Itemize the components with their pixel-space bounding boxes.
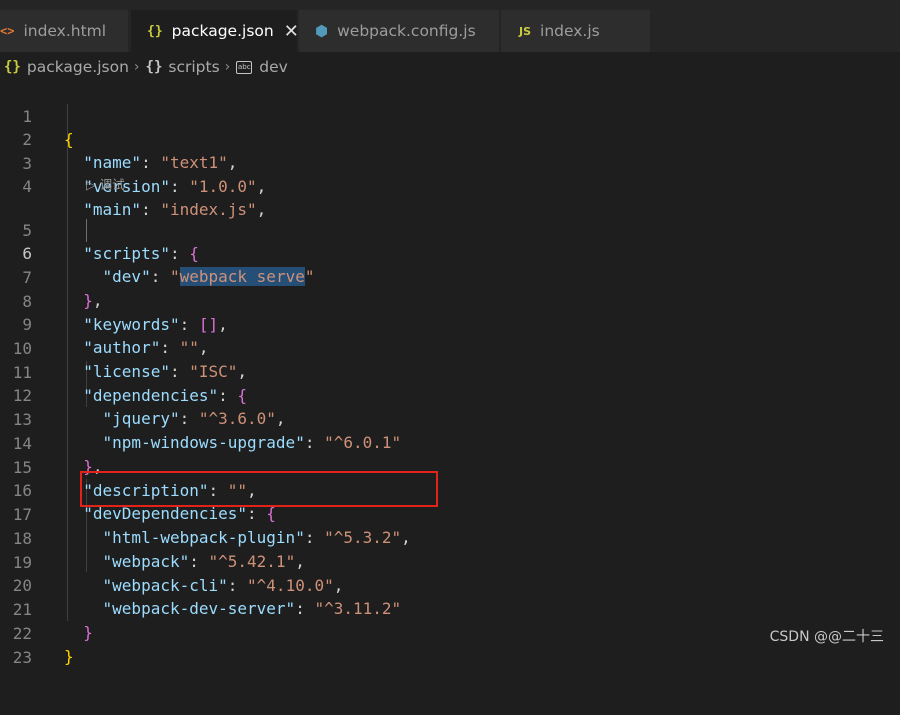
- code-line: 22 }: [0, 599, 900, 666]
- code-line: 2 "name": "text1",: [0, 105, 900, 172]
- json-file-icon: {}: [4, 59, 21, 75]
- chevron-right-icon: ›: [133, 59, 140, 75]
- code-line: 19 "webpack-cli": "^4.10.0",: [0, 528, 900, 595]
- tab-index-html[interactable]: <> index.html: [0, 10, 128, 52]
- tab-label: webpack.config.js: [337, 22, 476, 40]
- tab-label: index.html: [23, 22, 107, 40]
- webpack-cube-icon: ⬢: [315, 22, 329, 40]
- watermark: CSDN @@二十三: [769, 629, 884, 645]
- breadcrumb-item-label: dev: [259, 58, 288, 76]
- code-line: 7 },: [0, 243, 900, 310]
- html-file-icon: <>: [0, 24, 15, 38]
- code-line: 18 "webpack": "^5.42.1",: [0, 504, 900, 571]
- code-line: 13 "npm-windows-upgrade": "^6.0.1": [0, 385, 900, 452]
- chevron-right-icon: ›: [224, 59, 231, 75]
- code-line: 11 "dependencies": {: [0, 338, 900, 405]
- object-icon: {}: [145, 59, 163, 75]
- js-file-icon: JS: [519, 24, 532, 38]
- breadcrumb: {} package.json › {} scripts › abc dev: [0, 52, 900, 82]
- breadcrumb-file[interactable]: {} package.json: [4, 58, 129, 76]
- json-string: "1.0.0": [189, 177, 257, 196]
- code-line: 1 {: [0, 82, 900, 149]
- tab-label: index.js: [540, 22, 600, 40]
- breadcrumb-section-label: scripts: [168, 58, 220, 76]
- breadcrumb-file-label: package.json: [26, 58, 129, 76]
- code-line: 10 "license": "ISC",: [0, 314, 900, 381]
- code-line: 8 "keywords": [],: [0, 267, 900, 334]
- json-file-icon: {}: [147, 23, 163, 39]
- tab-package-json[interactable]: {} package.json ✕: [131, 10, 299, 52]
- line-number: 4: [22, 177, 32, 196]
- code-line: 23: [0, 623, 900, 667]
- code-editor[interactable]: 1 { 2 "name": "text1", 3 "version": "1.0…: [0, 82, 900, 667]
- code-line: 20 "webpack-dev-server": "^3.11.2": [0, 551, 900, 618]
- string-icon: abc: [236, 60, 253, 74]
- code-line-current: 6 "dev": "webpack serve": [0, 219, 900, 286]
- breadcrumb-scripts[interactable]: {} scripts: [146, 58, 220, 76]
- tab-webpack-config[interactable]: ⬢ webpack.config.js: [299, 10, 499, 52]
- code-line: 3 "version": "1.0.0",: [0, 129, 900, 196]
- code-line: 12 "jquery": "^3.6.0",: [0, 361, 900, 428]
- debug-codelens[interactable]: ▷ 调试: [86, 175, 125, 195]
- breadcrumb-dev[interactable]: abc dev: [236, 58, 288, 76]
- line-number: 23: [12, 648, 32, 667]
- tab-label: package.json: [171, 22, 274, 40]
- code-line: 5 "scripts": {: [0, 196, 900, 263]
- tab-index-js[interactable]: JS index.js: [501, 10, 650, 52]
- code-line: 4 "main": "index.js",: [0, 152, 900, 219]
- code-line: 9 "author": "",: [0, 290, 900, 357]
- close-icon[interactable]: ✕: [284, 21, 299, 42]
- code-line: 15 "description": "",: [0, 433, 900, 500]
- tab-bar: <> index.html {} package.json ✕ ⬢ webpac…: [0, 0, 900, 52]
- highlight-box: [80, 471, 438, 507]
- code-line: 21 }: [0, 575, 900, 642]
- code-line: 14 },: [0, 409, 900, 476]
